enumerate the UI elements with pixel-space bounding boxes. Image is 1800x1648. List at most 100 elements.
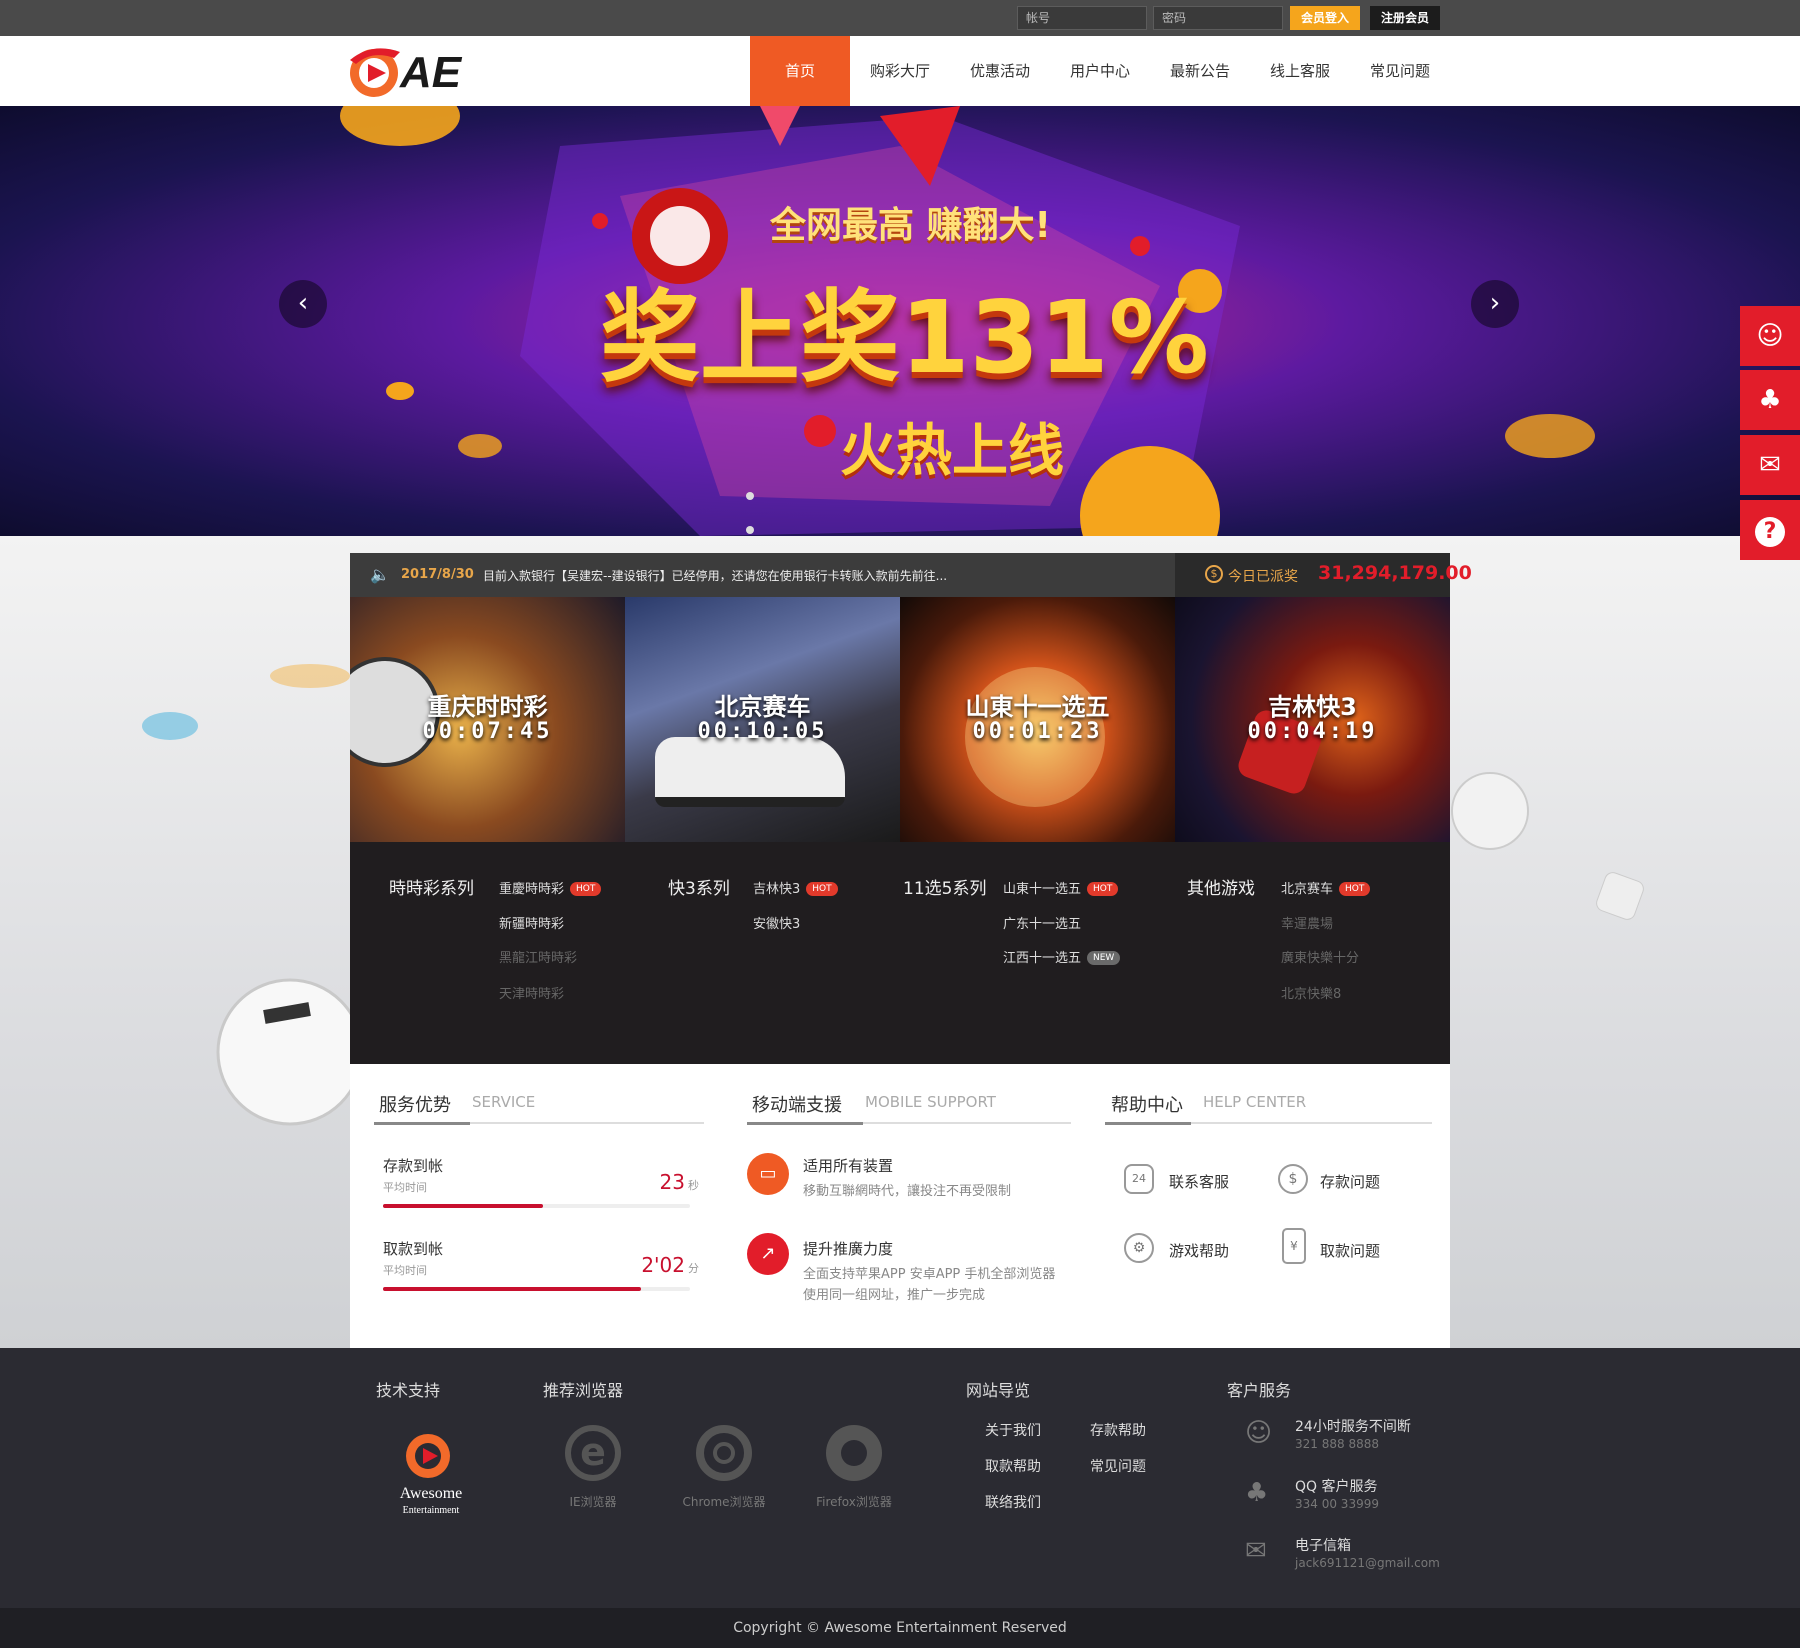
footer-browser-title: 推荐浏览器 bbox=[543, 1381, 624, 1400]
nav-item[interactable]: 线上客服 bbox=[1250, 36, 1350, 106]
account-input[interactable]: 帐号 bbox=[1017, 6, 1147, 30]
browser-label[interactable]: IE浏览器 bbox=[543, 1493, 643, 1510]
help-link[interactable]: 取款问题 bbox=[1320, 1240, 1380, 1261]
help-link[interactable]: 游戏帮助 bbox=[1169, 1240, 1229, 1261]
game-tile-countdown: 00:01:23 bbox=[972, 719, 1103, 744]
help-title: 帮助中心 bbox=[1111, 1095, 1183, 1116]
footer-link-deposit-help[interactable]: 存款帮助 bbox=[1090, 1420, 1146, 1440]
nav-item[interactable]: 用户中心 bbox=[1050, 36, 1150, 106]
browser-label[interactable]: Chrome浏览器 bbox=[674, 1493, 774, 1510]
service-title: 服务优势 bbox=[379, 1095, 451, 1116]
category-game-link[interactable]: 幸運農場 bbox=[1281, 913, 1333, 932]
help-link[interactable]: 联系客服 bbox=[1169, 1171, 1229, 1192]
footer-link-faq[interactable]: 常见问题 bbox=[1090, 1456, 1146, 1476]
service-row-unit: 秒 bbox=[688, 1179, 699, 1192]
footer-link-contact[interactable]: 联络我们 bbox=[985, 1492, 1041, 1512]
category-game-link[interactable]: 新疆時時彩 bbox=[499, 913, 564, 932]
qq-icon: ♣ bbox=[1758, 385, 1782, 415]
category-title[interactable]: 快3系列 bbox=[668, 874, 730, 899]
game-tile-countdown: 00:04:19 bbox=[1247, 719, 1378, 744]
category-game-link[interactable]: 北京赛车 HOT bbox=[1281, 878, 1371, 897]
category-game-link[interactable]: 北京快樂8 bbox=[1281, 983, 1341, 1002]
help-subtitle: HELP CENTER bbox=[1203, 1093, 1307, 1111]
password-input[interactable]: 密码 bbox=[1153, 6, 1283, 30]
gears-icon: ⚙ bbox=[1124, 1233, 1154, 1263]
payout-amount: 31,294,179.00 bbox=[1318, 562, 1472, 584]
category-title[interactable]: 其他游戏 bbox=[1187, 874, 1255, 899]
category-game-label: 幸運農場 bbox=[1281, 917, 1334, 932]
support-24-icon: 24 bbox=[1124, 1164, 1154, 1194]
mobile-item-desc: 移動互聯網時代，讓投注不再受限制 bbox=[803, 1184, 1012, 1199]
service-subtitle: SERVICE bbox=[472, 1093, 536, 1111]
browser-label[interactable]: Firefox浏览器 bbox=[804, 1493, 904, 1510]
register-button[interactable]: 注册会员 bbox=[1370, 6, 1440, 30]
banner-prev-button[interactable]: ‹ bbox=[279, 280, 327, 328]
ie-browser-icon[interactable]: e bbox=[565, 1425, 621, 1481]
category-title[interactable]: 11选5系列 bbox=[903, 874, 986, 899]
game-tile-sd11x5[interactable]: 山東十一选五 00:01:23 bbox=[900, 597, 1175, 842]
side-customer-service-button[interactable]: ☺ bbox=[1740, 306, 1800, 366]
nav-item[interactable]: 优惠活动 bbox=[950, 36, 1050, 106]
category-game-link[interactable]: 安徽快3 bbox=[753, 913, 800, 932]
nav-item[interactable]: 购彩大厅 bbox=[850, 36, 950, 106]
nav-item[interactable]: 首页 bbox=[750, 36, 850, 106]
category-game-link[interactable]: 天津時時彩 bbox=[499, 983, 564, 1002]
piggy-bank-icon: $ bbox=[1278, 1164, 1308, 1194]
chevron-left-icon: ‹ bbox=[297, 288, 309, 318]
nav-item[interactable]: 最新公告 bbox=[1150, 36, 1250, 106]
chart-up-icon: ↗ bbox=[747, 1233, 789, 1275]
banner-line3: 火热上线 bbox=[840, 419, 1064, 484]
coin-icon: $ bbox=[1205, 565, 1223, 583]
category-game-link[interactable]: 江西十一选五 NEW bbox=[1003, 947, 1121, 966]
new-badge: NEW bbox=[1087, 950, 1121, 965]
footer-link-about[interactable]: 关于我们 bbox=[985, 1420, 1041, 1440]
logo-text: AE bbox=[400, 48, 462, 97]
race-car-icon bbox=[655, 737, 845, 807]
divider-accent bbox=[1105, 1122, 1191, 1125]
service-row-value: 23 bbox=[659, 1170, 685, 1194]
nav-item[interactable]: 常见问题 bbox=[1350, 36, 1450, 106]
category-game-label: 廣東快樂十分 bbox=[1281, 951, 1360, 966]
side-qq-button[interactable]: ♣ bbox=[1740, 370, 1800, 430]
payout-label: 今日已派奖 bbox=[1228, 569, 1298, 585]
game-tile-name: 北京赛车 bbox=[714, 693, 811, 721]
cs-item-detail[interactable]: jack691121@gmail.com bbox=[1295, 1556, 1440, 1570]
hot-badge: HOT bbox=[570, 881, 602, 896]
mobile-item-desc: 全面支持苹果APP 安卓APP 手机全部浏览器 bbox=[803, 1267, 1056, 1282]
chrome-browser-icon[interactable] bbox=[696, 1425, 752, 1481]
banner-dot[interactable] bbox=[746, 526, 754, 534]
game-tile-jlk3[interactable]: 吉林快3 00:04:19 bbox=[1175, 597, 1450, 842]
cs-item-detail: 334 00 33999 bbox=[1295, 1497, 1379, 1511]
firefox-browser-icon[interactable] bbox=[826, 1425, 882, 1481]
cs-item-detail: 321 888 8888 bbox=[1295, 1437, 1379, 1451]
footer bbox=[0, 1348, 1800, 1608]
game-tile-bjsc[interactable]: 北京赛车 00:10:05 bbox=[625, 597, 900, 842]
category-game-link[interactable]: 黑龍江時時彩 bbox=[499, 947, 577, 966]
devices-icon: ▭ bbox=[747, 1153, 789, 1195]
brand-name: Awesome bbox=[399, 1485, 463, 1502]
game-tile-cqssc[interactable]: 重庆时时彩 00:07:45 bbox=[350, 597, 625, 842]
site-logo[interactable]: AE bbox=[342, 40, 482, 104]
help-link[interactable]: 存款问题 bbox=[1320, 1171, 1380, 1192]
banner-next-button[interactable]: › bbox=[1471, 280, 1519, 328]
category-game-link[interactable]: 山東十一选五 HOT bbox=[1003, 878, 1119, 897]
hero-banner[interactable]: 全网最高 赚翻大! 奖上奖131% 火热上线 ‹ › bbox=[0, 106, 1800, 536]
category-game-link[interactable]: 吉林快3 HOT bbox=[753, 878, 838, 897]
notice-text[interactable]: 目前入款银行【吴建宏--建设银行】已经停用，还请您在使用银行卡转账入款前先前往.… bbox=[483, 567, 1023, 584]
category-title[interactable]: 時時彩系列 bbox=[389, 874, 474, 899]
divider-accent bbox=[374, 1122, 470, 1125]
cs-item-title: QQ 客户服务 bbox=[1295, 1479, 1378, 1495]
service-row-value: 2'02 bbox=[641, 1253, 685, 1277]
category-game-link[interactable]: 重慶時時彩 HOT bbox=[499, 878, 602, 897]
side-mail-button[interactable]: ✉ bbox=[1740, 435, 1800, 495]
footer-link-withdraw-help[interactable]: 取款帮助 bbox=[985, 1456, 1041, 1476]
login-button[interactable]: 会员登入 bbox=[1290, 6, 1360, 30]
side-help-button[interactable]: ? bbox=[1740, 500, 1800, 560]
category-game-link[interactable]: 廣東快樂十分 bbox=[1281, 947, 1359, 966]
hot-badge: HOT bbox=[806, 881, 838, 896]
category-game-link[interactable]: 广东十一选五 bbox=[1003, 913, 1081, 932]
banner-dot[interactable] bbox=[746, 492, 754, 500]
mobile-item-title: 提升推廣力度 bbox=[803, 1240, 894, 1258]
qq-icon: ♣ bbox=[1245, 1478, 1269, 1508]
mobile-title: 移动端支援 bbox=[752, 1095, 842, 1116]
